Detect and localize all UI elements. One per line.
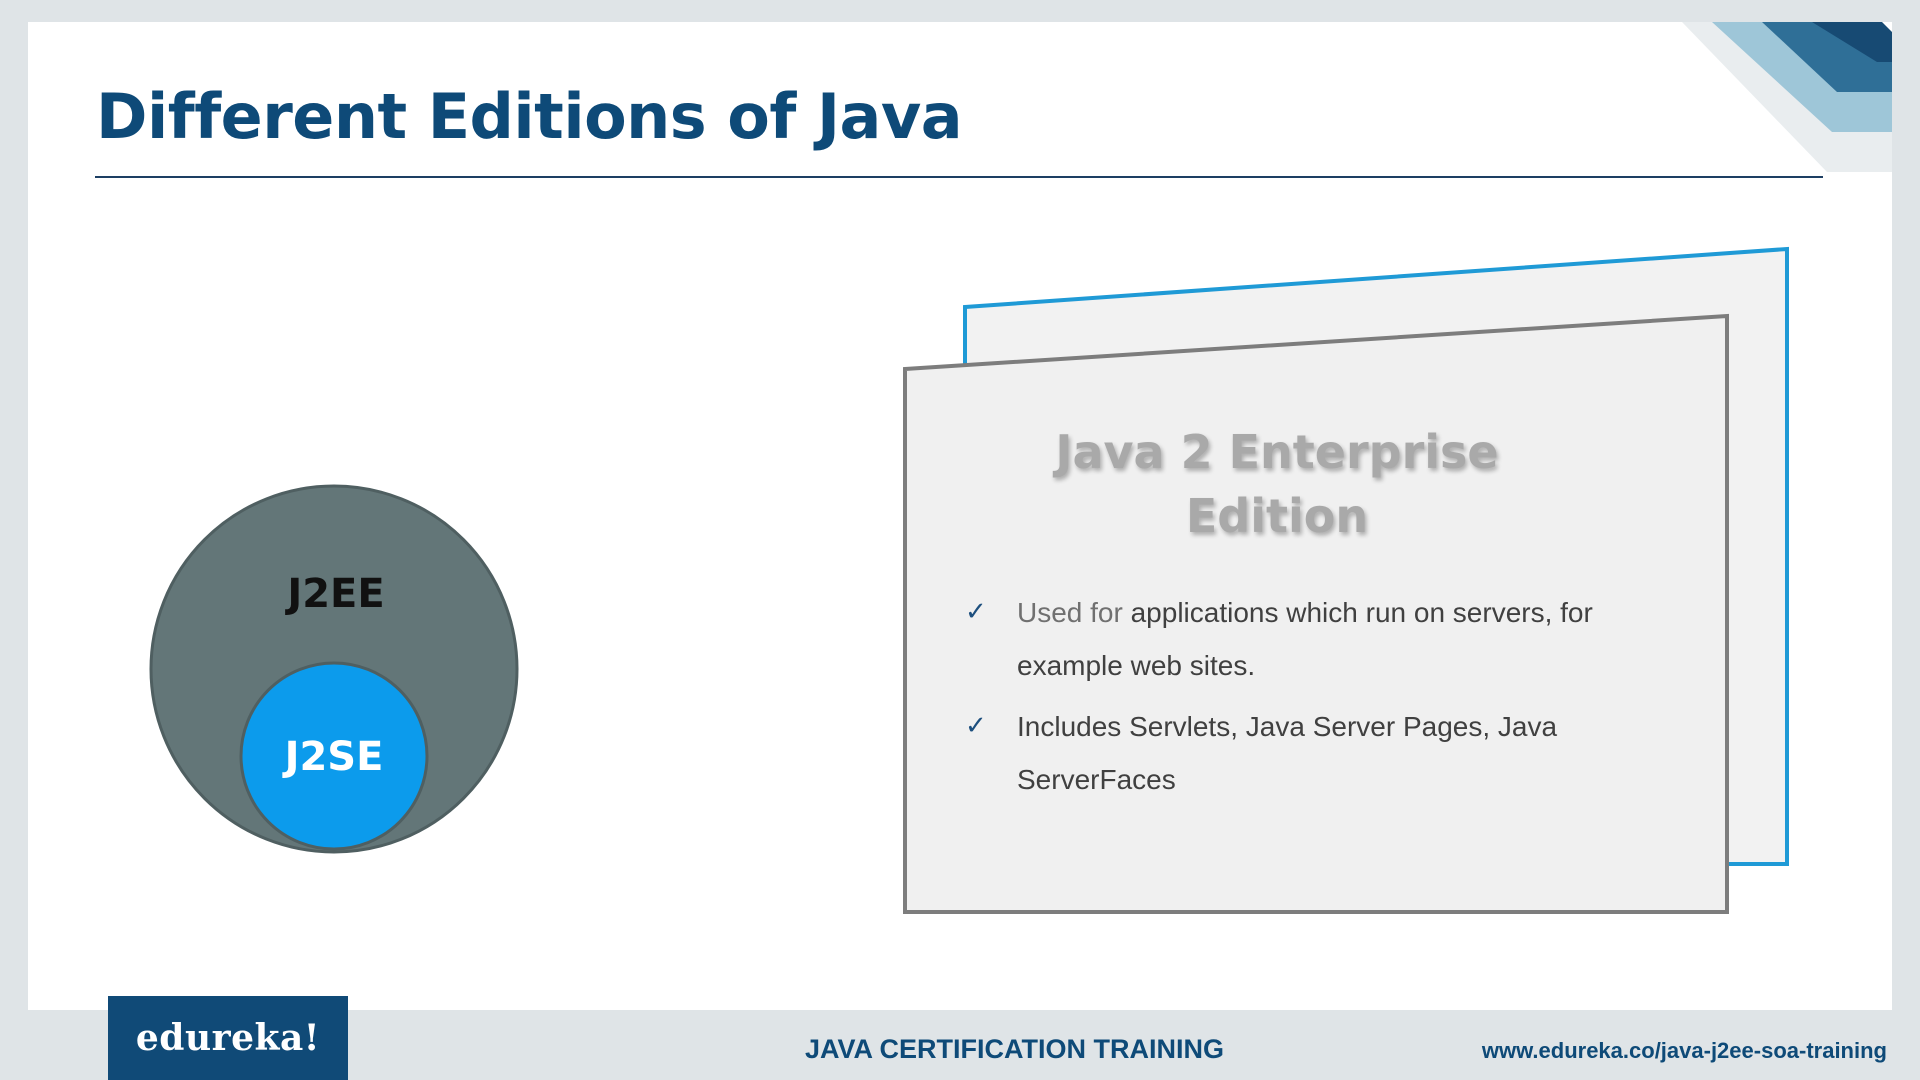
bullet-list: ✓ Used for applications which run on ser… — [877, 586, 1677, 806]
j2ee-label: J2EE — [284, 571, 384, 617]
checkmark-icon: ✓ — [965, 711, 987, 741]
bullet-lead: Used for — [1017, 597, 1131, 628]
corner-decoration — [1682, 22, 1892, 172]
venn-diagram: J2EE J2SE — [149, 484, 519, 854]
logo-text: edureka! — [135, 1017, 321, 1059]
bullet-text: Includes Servlets, Java Server Pages, Ja… — [1017, 711, 1558, 795]
course-title: JAVA CERTIFICATION TRAINING — [805, 1034, 1224, 1064]
list-item: ✓ Used for applications which run on ser… — [965, 586, 1657, 692]
card-title: Java 2 Enterprise Edition — [1055, 425, 1499, 543]
course-url: www.edureka.co/java-j2ee-soa-training — [1481, 1038, 1887, 1063]
card-content: Java 2 Enterprise Edition ✓ Used for app… — [877, 420, 1677, 814]
list-item: ✓ Includes Servlets, Java Server Pages, … — [965, 700, 1657, 806]
edureka-logo: edureka! — [108, 996, 348, 1080]
title-divider — [95, 176, 1823, 178]
j2se-label: J2SE — [282, 734, 384, 780]
slide-title: Different Editions of Java — [96, 80, 963, 153]
checkmark-icon: ✓ — [965, 597, 987, 627]
